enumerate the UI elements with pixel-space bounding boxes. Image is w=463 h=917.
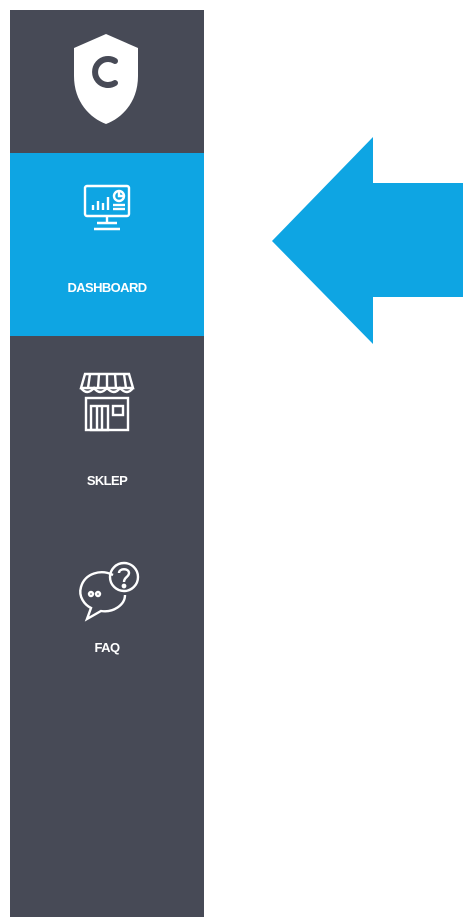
sidebar-item-faq[interactable]: FAQ bbox=[10, 553, 204, 673]
page: DASHBOARD SKLEP FAQ bbox=[0, 0, 463, 917]
sidebar-item-label: DASHBOARD bbox=[67, 280, 147, 295]
chat-question-icon bbox=[10, 553, 204, 630]
sidebar: DASHBOARD SKLEP FAQ bbox=[10, 10, 204, 917]
sidebar-item-dashboard[interactable]: DASHBOARD bbox=[10, 153, 204, 336]
store-icon bbox=[10, 368, 204, 439]
monitor-chart-icon bbox=[10, 183, 204, 240]
sidebar-item-label: SKLEP bbox=[86, 473, 128, 488]
sidebar-item-label: FAQ bbox=[94, 640, 121, 655]
arrow-left-icon bbox=[272, 137, 463, 344]
brand-logo-icon[interactable] bbox=[66, 28, 146, 128]
sidebar-item-sklep[interactable]: SKLEP bbox=[10, 360, 204, 500]
